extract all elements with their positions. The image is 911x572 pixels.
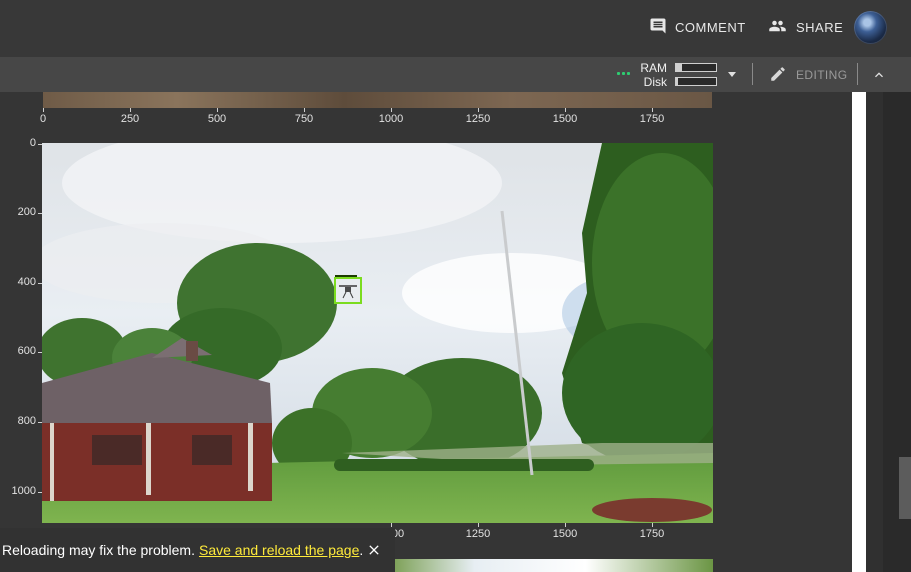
editing-label: EDITING xyxy=(796,68,848,82)
save-and-reload-link[interactable]: Save and reload the page xyxy=(199,542,359,558)
x-tick-label: 1500 xyxy=(552,528,578,540)
x-tick-label: 0 xyxy=(39,113,47,125)
ram-usage-bar[interactable] xyxy=(675,63,717,72)
disk-label: Disk xyxy=(643,75,667,89)
snackbar-suffix: . xyxy=(359,542,364,558)
x-tick-label: 1250 xyxy=(465,113,491,125)
output-image xyxy=(42,143,713,523)
disk-usage-bar[interactable] xyxy=(675,77,717,86)
cell-side-strip xyxy=(852,92,866,572)
reload-snackbar: Reloading may fix the problem. Save and … xyxy=(0,528,395,572)
people-icon xyxy=(767,17,788,38)
share-button[interactable]: SHARE xyxy=(767,15,843,39)
x-tick-label: 750 xyxy=(294,113,314,125)
x-tick-label: 1250 xyxy=(465,528,491,540)
snackbar-message: Reloading may fix the problem. xyxy=(2,542,195,558)
editing-mode-button[interactable]: EDITING xyxy=(769,65,847,85)
x-tick-label: 1000 xyxy=(378,113,404,125)
y-tick-label: 0 xyxy=(29,137,36,149)
close-icon[interactable] xyxy=(366,542,382,561)
previous-output-image xyxy=(43,92,712,108)
drone-icon xyxy=(336,279,360,302)
resources-dropdown-icon[interactable] xyxy=(728,72,736,77)
y-tick-label: 600 xyxy=(17,345,36,357)
user-avatar[interactable] xyxy=(854,11,887,44)
y-tick-label: 200 xyxy=(17,206,36,218)
next-output-image xyxy=(395,559,713,572)
comment-icon xyxy=(649,17,667,38)
ram-label: RAM xyxy=(640,61,667,75)
share-label: SHARE xyxy=(796,19,844,35)
detection-bounding-box xyxy=(334,277,362,304)
pencil-icon xyxy=(769,65,787,86)
toolbar-divider xyxy=(752,63,753,85)
x-tick-label: 1500 xyxy=(552,113,578,125)
y-tick-label: 1000 xyxy=(11,485,36,497)
chevron-up-icon[interactable] xyxy=(871,67,887,88)
comment-button[interactable]: COMMENT xyxy=(649,15,746,39)
x-tick-label: 250 xyxy=(120,113,140,125)
y-tick-label: 400 xyxy=(17,276,36,288)
toolbar-divider xyxy=(857,63,858,85)
comment-label: COMMENT xyxy=(675,19,746,35)
x-tick-label: 1750 xyxy=(639,528,665,540)
scrollbar-thumb[interactable] xyxy=(899,457,911,519)
x-tick-label: 1750 xyxy=(639,113,665,125)
y-tick-label: 800 xyxy=(17,415,36,427)
x-tick-label: 500 xyxy=(207,113,227,125)
backyard-photo xyxy=(42,143,713,523)
